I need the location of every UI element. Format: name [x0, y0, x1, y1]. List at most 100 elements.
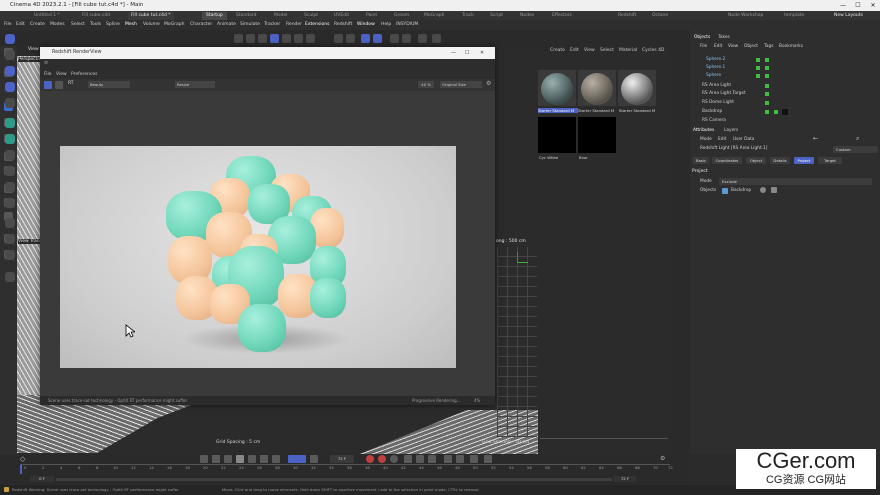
material-swatch[interactable] [578, 117, 616, 153]
axis-icon[interactable] [361, 34, 370, 43]
object-row[interactable]: Sphere [690, 72, 880, 80]
resize-dropdown[interactable]: Resize [175, 81, 215, 88]
menu-help[interactable]: Help [381, 20, 391, 30]
visibility-check-icon[interactable] [756, 74, 760, 78]
render-view-icon[interactable] [390, 34, 399, 43]
redo-icon[interactable] [246, 34, 255, 43]
layout-tab[interactable]: template [784, 12, 804, 20]
render-settings-icon[interactable] [402, 34, 411, 43]
objects-value[interactable]: Backdrop [731, 188, 751, 193]
obj-menu-tags[interactable]: Tags [764, 44, 774, 49]
array-icon[interactable] [5, 150, 15, 160]
light-icon[interactable] [5, 250, 15, 260]
goto-start-icon[interactable] [200, 455, 208, 463]
viewport-menu-view[interactable]: View [28, 47, 39, 52]
visibility-check-icon[interactable] [756, 58, 760, 62]
menu-tools[interactable]: Tools [90, 20, 101, 30]
frame-field[interactable]: 72 F [330, 455, 354, 463]
obj-menu-edit[interactable]: Edit [714, 44, 722, 49]
material-scrollbar[interactable] [540, 438, 668, 439]
rt-label[interactable]: RT [68, 81, 74, 86]
layout-tab[interactable]: MoGraph [424, 12, 444, 20]
preset-dropdown[interactable]: Custom [833, 146, 878, 153]
mat-menu-material[interactable]: Material [619, 48, 637, 53]
layout-tab[interactable]: Script [490, 12, 503, 20]
loop-icon[interactable] [288, 455, 306, 463]
goto-end-icon[interactable] [272, 455, 280, 463]
interp-icon[interactable] [484, 455, 492, 463]
menu-select[interactable]: Select [71, 20, 85, 30]
hamburger-icon[interactable]: ≡ [44, 60, 48, 66]
render-stop-icon[interactable] [55, 81, 63, 89]
attr-tab-coordinates[interactable]: Coordinates [712, 157, 742, 164]
material-tag-icon[interactable] [782, 109, 788, 115]
render-start-icon[interactable] [44, 81, 52, 89]
camera-icon[interactable] [5, 234, 15, 244]
menu-create[interactable]: Create [30, 20, 45, 30]
render-check-icon[interactable] [765, 101, 769, 105]
range-slider[interactable] [56, 478, 612, 481]
layout-tab[interactable]: Node Workshop [728, 12, 763, 20]
menu-render[interactable]: Render [286, 20, 302, 30]
material-swatch[interactable] [538, 117, 576, 153]
size-dropdown[interactable]: Original Size [440, 81, 482, 88]
cube-icon[interactable] [5, 66, 15, 76]
attr-menu-userdata[interactable]: User Data [733, 137, 754, 142]
menu-window[interactable]: Window [357, 20, 375, 30]
render-check-icon[interactable] [765, 84, 769, 88]
render-check-icon[interactable] [765, 92, 769, 96]
ipr-icon[interactable] [432, 34, 441, 43]
autokey-icon[interactable] [378, 455, 386, 463]
close-button[interactable]: ✕ [866, 0, 880, 11]
layout-tab-startup[interactable]: Startup [202, 12, 227, 20]
scale-key-icon[interactable] [428, 455, 436, 463]
menu-simulate[interactable]: Simulate [240, 20, 260, 30]
scene-icon[interactable] [5, 218, 15, 228]
attr-menu-mode[interactable]: Mode [700, 137, 712, 142]
menu-edit[interactable]: Edit [16, 20, 25, 30]
mat-menu-edit[interactable]: Edit [570, 48, 579, 53]
layout-tab[interactable]: UVEdit [334, 12, 349, 20]
tag-check-icon[interactable] [774, 110, 778, 114]
move-key-icon[interactable] [404, 455, 412, 463]
next-frame-icon[interactable] [248, 455, 256, 463]
menu-insydium[interactable]: INSYDIUM [396, 20, 418, 30]
points-mode-icon[interactable] [282, 34, 291, 43]
mat-menu-cycles[interactable]: Cycles 4D [642, 48, 664, 53]
menu-modes[interactable]: Modes [50, 20, 65, 30]
polygons-mode-icon[interactable] [306, 34, 315, 43]
mat-menu-create[interactable]: Create [550, 48, 565, 53]
layout-tab[interactable]: Effectors [552, 12, 572, 20]
timeline-settings-icon[interactable]: ⚙ [660, 455, 665, 462]
shadow-toggle-icon[interactable] [771, 187, 777, 193]
start-frame-field[interactable]: 0 F [30, 476, 54, 482]
mat-menu-select[interactable]: Select [600, 48, 614, 53]
material-swatch[interactable] [618, 70, 656, 106]
object-row[interactable]: Sphere.2 [690, 56, 880, 64]
mat-menu-view[interactable]: View [584, 48, 595, 53]
material-swatch[interactable] [578, 70, 616, 106]
attr-menu-edit[interactable]: Edit [718, 137, 726, 142]
visibility-check-icon[interactable] [756, 66, 760, 70]
obj-menu-object[interactable]: Object [744, 44, 758, 49]
obj-menu-bookmarks[interactable]: Bookmarks [779, 44, 803, 49]
layout-tab[interactable]: Paint [366, 12, 377, 20]
next-key-icon[interactable] [260, 455, 268, 463]
render-view-close-icon[interactable]: ✕ [480, 47, 484, 59]
zoom-field[interactable]: 40 % [418, 81, 434, 88]
aov-dropdown[interactable]: Beauty [88, 81, 130, 88]
obj-menu-file[interactable]: File [700, 44, 707, 49]
edges-mode-icon[interactable] [294, 34, 303, 43]
minimize-button[interactable]: — [836, 0, 850, 11]
tab-objects[interactable]: Objects [694, 35, 710, 40]
generator-icon[interactable] [5, 118, 15, 128]
doc-tab[interactable]: Fill cube.c4d [82, 12, 110, 20]
render-check-icon[interactable] [765, 74, 769, 78]
play-icon[interactable] [236, 455, 244, 463]
object-row[interactable]: Sphere.1 [690, 64, 880, 72]
rv-menu-file[interactable]: File [44, 72, 52, 77]
render-view-minimize-icon[interactable]: — [451, 47, 456, 59]
subdivision-icon[interactable] [5, 134, 15, 144]
workplane-icon[interactable] [346, 34, 355, 43]
object-row[interactable]: RS Area Light [690, 82, 880, 90]
